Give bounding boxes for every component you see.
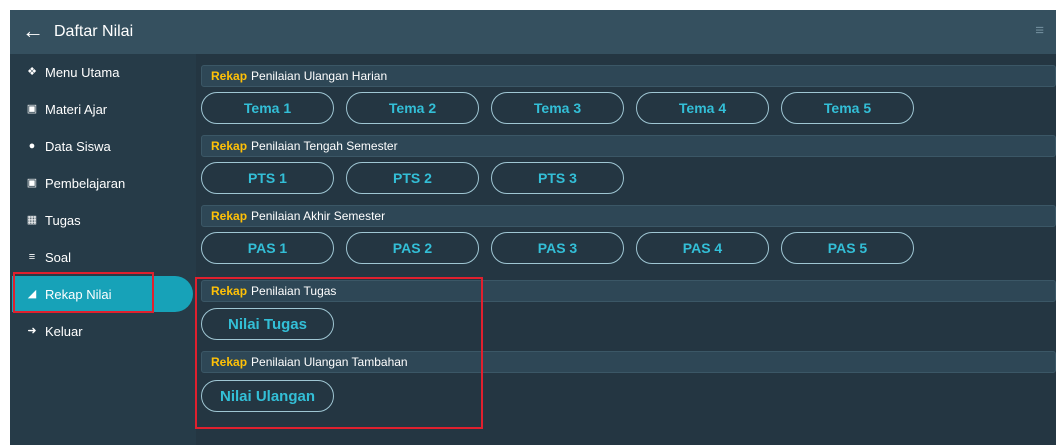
chart-area-icon: ◢ bbox=[27, 288, 37, 300]
section-header-akhir-semester: Rekap Penilaian Akhir Semester bbox=[201, 205, 1056, 227]
sidebar-item-label: Tugas bbox=[45, 212, 81, 228]
section-header-tengah-semester: Rekap Penilaian Tengah Semester bbox=[201, 135, 1056, 157]
pts-1-button[interactable]: PTS 1 bbox=[201, 162, 334, 194]
nilai-tugas-button[interactable]: Nilai Tugas bbox=[201, 308, 334, 340]
pas-3-button[interactable]: PAS 3 bbox=[491, 232, 624, 264]
section-title: Penilaian Akhir Semester bbox=[251, 209, 386, 223]
section-title: Penilaian Ulangan Tambahan bbox=[251, 355, 408, 369]
sidebar-item-tugas[interactable]: ▦ Tugas bbox=[10, 202, 196, 238]
sidebar-item-soal[interactable]: ≡ Soal bbox=[10, 239, 196, 275]
section-header-ulangan-tambahan: Rekap Penilaian Ulangan Tambahan bbox=[201, 351, 1056, 373]
section-prefix: Rekap bbox=[211, 209, 248, 223]
users-icon: ● bbox=[28, 140, 36, 152]
home-icon: ❖ bbox=[27, 66, 37, 78]
page-title: Daftar Nilai bbox=[54, 23, 134, 40]
pas-5-button[interactable]: PAS 5 bbox=[781, 232, 914, 264]
hamburger-menu-icon[interactable]: ≡ bbox=[1035, 22, 1044, 40]
tema-3-button[interactable]: Tema 3 bbox=[491, 92, 624, 124]
sidebar-item-materi-ajar[interactable]: ▣ Materi Ajar bbox=[10, 91, 196, 127]
sidebar-item-rekap-nilai[interactable]: ◢ Rekap Nilai bbox=[12, 276, 193, 312]
sidebar-item-label: Keluar bbox=[45, 323, 83, 339]
section-header-ulangan-harian: Rekap Penilaian Ulangan Harian bbox=[201, 65, 1056, 87]
sidebar-item-pembelajaran[interactable]: ▣ Pembelajaran bbox=[10, 165, 196, 201]
list-icon: ≡ bbox=[28, 251, 36, 263]
section-prefix: Rekap bbox=[211, 139, 248, 153]
pts-3-button[interactable]: PTS 3 bbox=[491, 162, 624, 194]
arrow-left-icon[interactable]: ← bbox=[22, 19, 44, 43]
sidebar-item-menu-utama[interactable]: ❖ Menu Utama bbox=[10, 54, 196, 90]
tasks-icon: ▦ bbox=[26, 214, 38, 226]
section-title: Penilaian Tengah Semester bbox=[251, 139, 398, 153]
tema-4-button[interactable]: Tema 4 bbox=[636, 92, 769, 124]
section-prefix: Rekap bbox=[211, 284, 248, 298]
pas-1-button[interactable]: PAS 1 bbox=[201, 232, 334, 264]
sidebar-item-data-siswa[interactable]: ● Data Siswa bbox=[10, 128, 196, 164]
sidebar-item-label: Menu Utama bbox=[45, 64, 120, 80]
tema-5-button[interactable]: Tema 5 bbox=[781, 92, 914, 124]
section-header-tugas: Rekap Penilaian Tugas bbox=[201, 280, 1056, 302]
chalkboard-icon: ▣ bbox=[26, 103, 38, 115]
sidebar-item-label: Data Siswa bbox=[45, 138, 111, 154]
chalkboard-icon: ▣ bbox=[26, 177, 38, 189]
pts-2-button[interactable]: PTS 2 bbox=[346, 162, 479, 194]
sidebar-item-label: Pembelajaran bbox=[45, 175, 126, 191]
sidebar-item-label: Materi Ajar bbox=[45, 101, 108, 117]
tema-2-button[interactable]: Tema 2 bbox=[346, 92, 479, 124]
pas-2-button[interactable]: PAS 2 bbox=[346, 232, 479, 264]
nilai-ulangan-button[interactable]: Nilai Ulangan bbox=[201, 380, 334, 412]
sign-out-icon: ➜ bbox=[27, 325, 37, 337]
app-window: ← Daftar Nilai ≡ ❖ Menu Utama ▣ Materi A… bbox=[10, 10, 1056, 445]
section-title: Penilaian Tugas bbox=[251, 284, 337, 298]
sidebar-item-label: Soal bbox=[45, 249, 72, 265]
sidebar-item-keluar[interactable]: ➜ Keluar bbox=[10, 313, 196, 349]
sidebar-item-label: Rekap Nilai bbox=[45, 286, 112, 302]
top-bar: ← Daftar Nilai ≡ bbox=[10, 10, 1056, 54]
section-title: Penilaian Ulangan Harian bbox=[251, 69, 388, 83]
section-prefix: Rekap bbox=[211, 69, 248, 83]
main-content: Rekap Penilaian Ulangan Harian Tema 1 Te… bbox=[196, 54, 1056, 445]
pas-4-button[interactable]: PAS 4 bbox=[636, 232, 769, 264]
section-prefix: Rekap bbox=[211, 355, 248, 369]
sidebar: ❖ Menu Utama ▣ Materi Ajar ● Data Siswa … bbox=[10, 54, 196, 445]
tema-1-button[interactable]: Tema 1 bbox=[201, 92, 334, 124]
